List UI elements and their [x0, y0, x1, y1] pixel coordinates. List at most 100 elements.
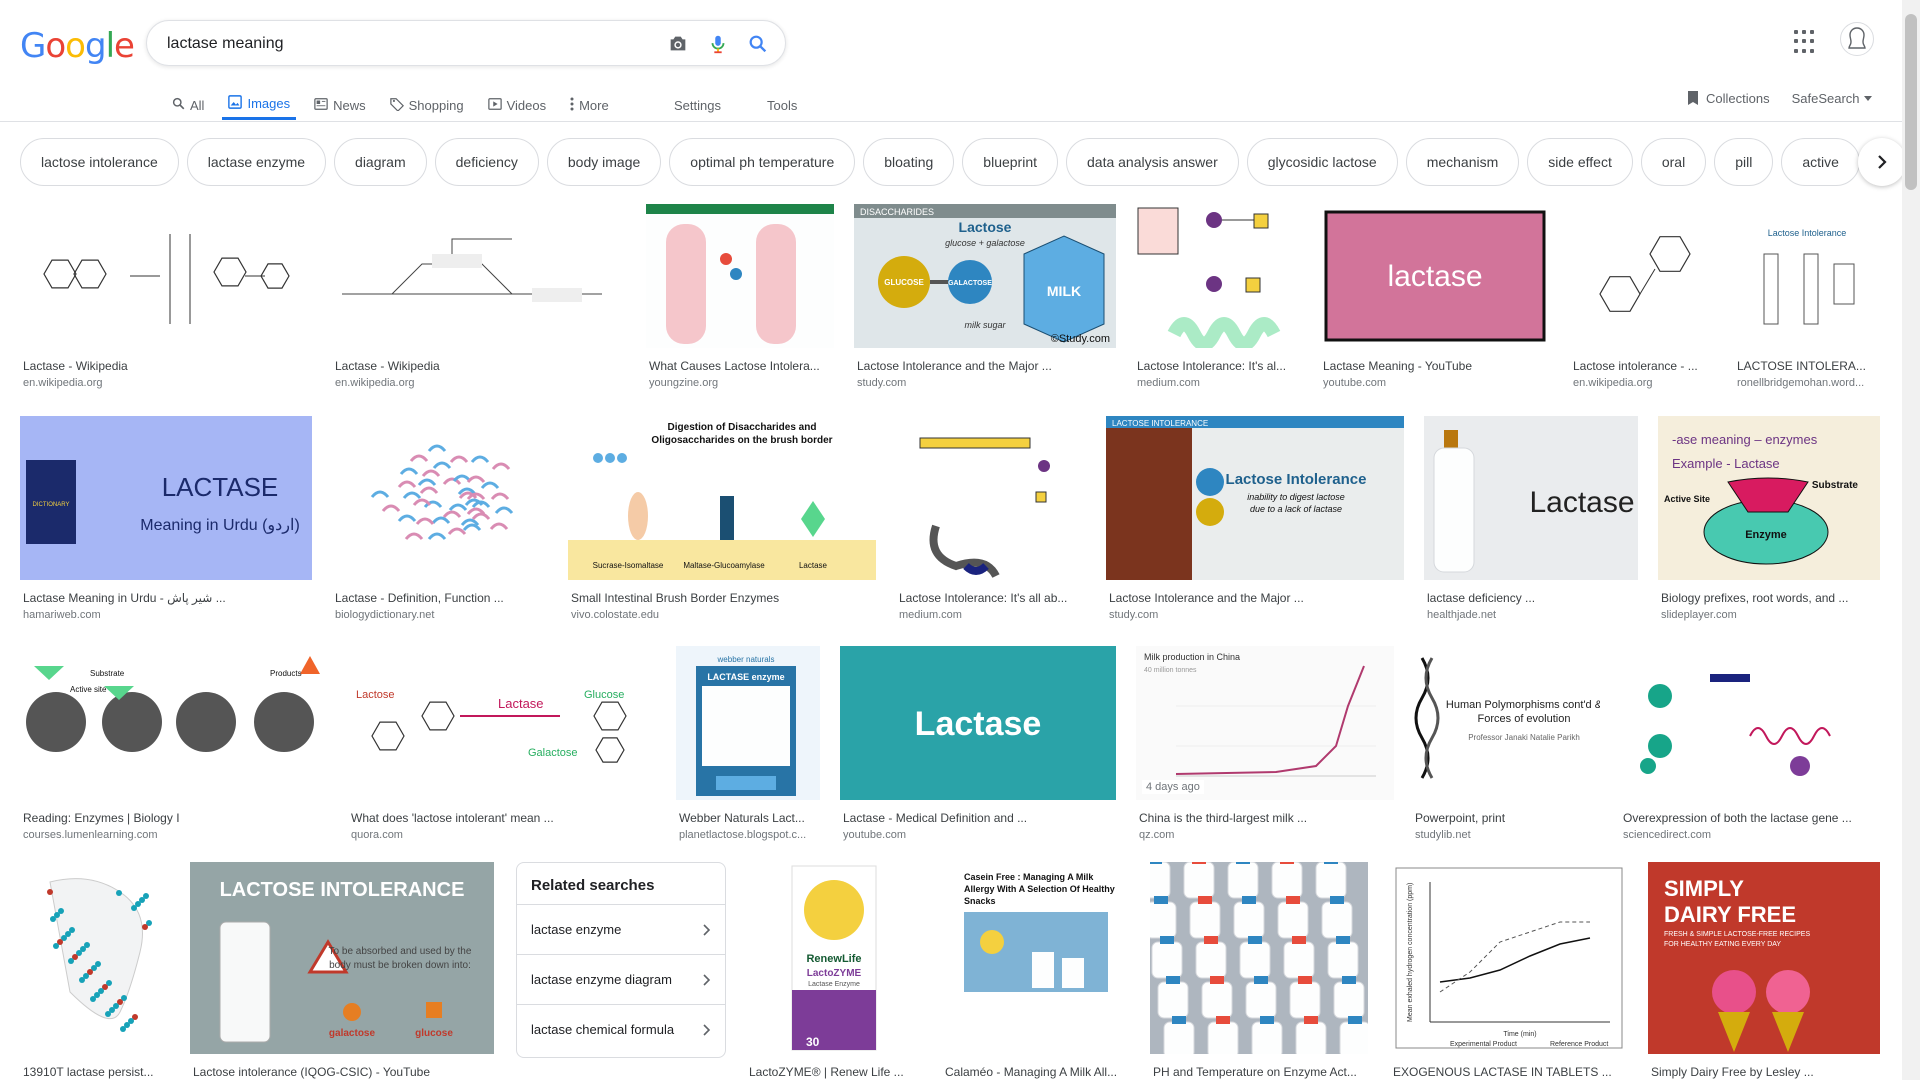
result-title[interactable]: Overexpression of both the lactase gene … [1620, 810, 1880, 826]
result-thumbnail[interactable] [332, 204, 624, 348]
result-thumbnail[interactable]: RenewLife LactoZYME Lactase Enzyme 30 [746, 862, 922, 1054]
microphone-icon[interactable] [705, 31, 731, 57]
camera-icon[interactable] [665, 31, 691, 57]
google-logo[interactable]: Google [20, 26, 135, 66]
settings-link[interactable]: Settings [668, 90, 727, 120]
result-thumbnail[interactable]: -ase meaning – enzymes Example - Lactase E… [1658, 416, 1880, 580]
result-thumbnail[interactable]: Lactose Lactase Glucose Galactose [348, 646, 656, 800]
chip-data-analysis-answer[interactable]: data analysis answer [1066, 138, 1239, 186]
result-title[interactable]: Simply Dairy Free by Lesley ... [1648, 1064, 1880, 1080]
result-title[interactable]: Powerpoint, print [1412, 810, 1600, 826]
result-thumbnail[interactable] [20, 204, 312, 348]
image-result[interactable]: Time (min) Experimental Product Reference … [1390, 862, 1628, 1080]
image-result[interactable]: DISACCHARIDES Lactose glucose + galactose G… [854, 204, 1116, 389]
result-title[interactable]: Lactose Intolerance: It's al... [1134, 358, 1300, 374]
result-thumbnail[interactable]: Lactase [840, 646, 1116, 800]
tab-more[interactable]: More [564, 90, 615, 120]
image-result[interactable]: LACTOSE INTOLERANCE To be absorbed and us… [190, 862, 494, 1080]
scrollbar[interactable] [1902, 0, 1920, 1080]
image-result[interactable]: -ase meaning – enzymes Example - Lactase E… [1658, 416, 1880, 621]
image-result[interactable]: Lactase lactase deficiency ... healthjade.… [1424, 416, 1638, 621]
result-title[interactable]: What Causes Lactose Intolera... [646, 358, 834, 374]
result-title[interactable]: lactase deficiency ... [1424, 590, 1638, 606]
image-result[interactable]: LACTASE enzyme webber naturals Webber Natu… [676, 646, 820, 841]
result-thumbnail[interactable] [332, 416, 548, 580]
result-thumbnail[interactable]: SIMPLY DAIRY FREE FRESH & SIMPLE LACTOSE-F… [1648, 862, 1880, 1054]
result-thumbnail[interactable] [1570, 204, 1714, 348]
related-search-item[interactable]: lactase enzyme [517, 904, 725, 954]
result-thumbnail[interactable]: Time (min) Experimental Product Reference … [1390, 862, 1628, 1054]
chip-blueprint[interactable]: blueprint [962, 138, 1058, 186]
result-thumbnail[interactable]: LACTASE enzyme webber naturals [676, 646, 820, 800]
result-title[interactable]: Lactose Intolerance: It's all ab... [896, 590, 1086, 606]
result-title[interactable]: PH and Temperature on Enzyme Act... [1150, 1064, 1368, 1080]
image-result[interactable]: Lactose intolerance - ... en.wikipedia.or… [1570, 204, 1714, 389]
result-thumbnail[interactable]: Substrate Active site Products [20, 646, 328, 800]
related-search-item[interactable]: lactase enzyme diagram [517, 954, 725, 1004]
result-title[interactable]: Lactose Intolerance and the Major ... [854, 358, 1116, 374]
apps-icon[interactable] [1794, 30, 1818, 54]
image-result[interactable]: LACTOSE INTOLERANCE Lactose Intolerance in… [1106, 416, 1404, 621]
result-thumbnail[interactable] [20, 862, 172, 1054]
result-title[interactable]: Small Intestinal Brush Border Enzymes [568, 590, 876, 606]
scrollbar-thumb[interactable] [1905, 14, 1917, 190]
image-result[interactable]: Human Polymorphisms cont'd & Forces of ev… [1412, 646, 1600, 841]
result-title[interactable]: Lactase Meaning - YouTube [1320, 358, 1550, 374]
result-thumbnail[interactable]: Digestion of Disaccharides and Oligosacch… [568, 416, 876, 580]
result-title[interactable]: Reading: Enzymes | Biology I [20, 810, 328, 826]
image-result[interactable]: Lactose Intolerance LACTOSE INTOLERA... ro… [1734, 204, 1880, 389]
result-thumbnail[interactable] [896, 416, 1086, 580]
image-result[interactable]: Lactase Lactase - Medical Definition and … [840, 646, 1116, 841]
image-result[interactable]: Lactose Intolerance: It's all ab... mediu… [896, 416, 1086, 621]
result-title[interactable]: 13910T lactase persist... [20, 1064, 172, 1080]
result-title[interactable]: Lactase - Wikipedia [332, 358, 624, 374]
chip-optimal-ph-temperature[interactable]: optimal ph temperature [669, 138, 856, 186]
image-result[interactable]: 13910T lactase persist... [20, 862, 172, 1080]
result-thumbnail[interactable]: Human Polymorphisms cont'd & Forces of ev… [1412, 646, 1600, 800]
image-result[interactable]: Milk production in China 40 million tonne… [1136, 646, 1394, 841]
tab-videos[interactable]: Videos [482, 90, 553, 120]
chip-side-effect[interactable]: side effect [1527, 138, 1633, 186]
result-thumbnail[interactable] [646, 204, 834, 348]
chip-lactose-intolerance[interactable]: lactose intolerance [20, 138, 179, 186]
image-result[interactable]: Casein Free : Managing A Milk Allergy Wit… [942, 862, 1130, 1080]
chip-deficiency[interactable]: deficiency [434, 138, 539, 186]
chips-next-button[interactable] [1858, 138, 1906, 186]
result-title[interactable]: Calaméo - Managing A Milk All... [942, 1064, 1130, 1080]
tab-news[interactable]: News [308, 90, 372, 120]
chip-diagram[interactable]: diagram [334, 138, 427, 186]
result-title[interactable]: EXOGENOUS LACTASE IN TABLETS ... [1390, 1064, 1628, 1080]
image-result[interactable]: RenewLife LactoZYME Lactase Enzyme 30 LactoZ… [746, 862, 922, 1080]
tab-shopping[interactable]: Shopping [384, 90, 470, 120]
result-thumbnail[interactable]: DISACCHARIDES Lactose glucose + galactose G… [854, 204, 1116, 348]
chip-body-image[interactable]: body image [546, 138, 662, 186]
result-thumbnail[interactable]: Lactose Intolerance [1734, 204, 1880, 348]
tab-all[interactable]: All [166, 90, 210, 120]
result-thumbnail[interactable]: Casein Free : Managing A Milk Allergy Wit… [942, 862, 1130, 1054]
result-title[interactable]: LactoZYME® | Renew Life ... [746, 1064, 922, 1080]
image-result[interactable]: PH and Temperature on Enzyme Act... [1150, 862, 1368, 1080]
result-title[interactable]: China is the third-largest milk ... [1136, 810, 1394, 826]
search-box[interactable] [146, 20, 786, 66]
image-result[interactable]: Overexpression of both the lactase gene … [1620, 646, 1880, 841]
chip-glycosidic-lactose[interactable]: glycosidic lactose [1246, 138, 1398, 186]
result-thumbnail[interactable] [1150, 862, 1368, 1054]
avatar[interactable] [1840, 22, 1874, 56]
image-result[interactable]: What Causes Lactose Intolera... youngzine… [646, 204, 834, 389]
image-result[interactable]: Substrate Active site Products Reading: Enz… [20, 646, 328, 841]
chip-bloating[interactable]: bloating [863, 138, 955, 186]
image-result[interactable]: Lactose Intolerance: It's al... medium.co… [1134, 204, 1300, 389]
chip-mechanism[interactable]: mechanism [1405, 138, 1520, 186]
result-title[interactable]: Lactose Intolerance and the Major ... [1106, 590, 1404, 606]
chip-oral[interactable]: oral [1640, 138, 1707, 186]
result-title[interactable]: Biology prefixes, root words, and ... [1658, 590, 1880, 606]
result-title[interactable]: Lactase - Definition, Function ... [332, 590, 548, 606]
related-search-item[interactable]: lactase chemical formula [517, 1004, 725, 1054]
chip-active[interactable]: active [1781, 138, 1860, 186]
image-result[interactable]: SIMPLY DAIRY FREE FRESH & SIMPLE LACTOSE-F… [1648, 862, 1880, 1080]
result-title[interactable]: Lactase Meaning in Urdu - شیر پاش ... [20, 590, 312, 606]
result-title[interactable]: Lactose intolerance (IQOG-CSIC) - YouTub… [190, 1064, 494, 1080]
result-title[interactable]: What does 'lactose intolerant' mean ... [348, 810, 656, 826]
result-thumbnail[interactable]: DICTIONARY LACTASE Meaning in Urdu (اردو) [20, 416, 312, 580]
result-title[interactable]: Lactose intolerance - ... [1570, 358, 1714, 374]
